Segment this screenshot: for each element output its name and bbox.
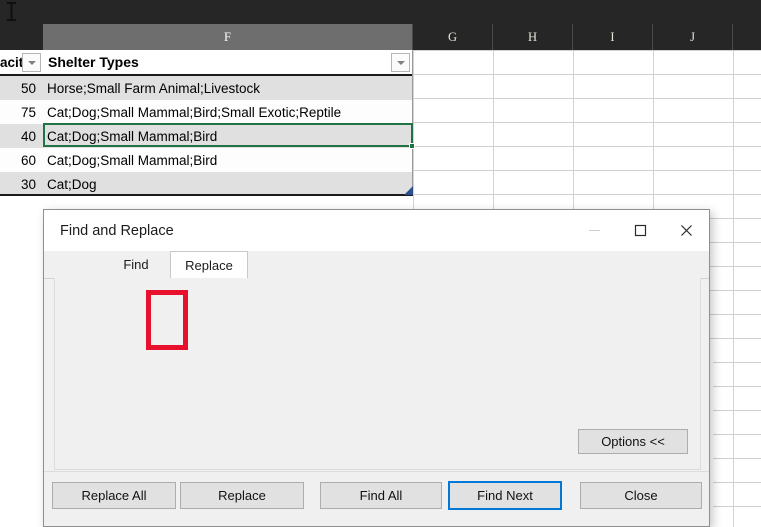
close-button[interactable] <box>663 210 709 251</box>
column-header-I[interactable]: I <box>573 24 653 50</box>
close-icon <box>680 225 692 236</box>
cell-shelter-types: Cat;Dog;Small Mammal;Bird;Small Exotic;R… <box>47 104 342 120</box>
table-resize-handle[interactable] <box>404 186 413 195</box>
table-row[interactable]: 75 Cat;Dog;Small Mammal;Bird;Small Exoti… <box>0 100 413 124</box>
annotation-highlight-rectangle <box>146 290 188 350</box>
cell-capacity: 30 <box>20 176 36 192</box>
minimize-button <box>571 210 617 251</box>
table-row[interactable]: 30 Cat;Dog <box>0 172 413 196</box>
replace-button[interactable]: Replace <box>180 482 304 509</box>
active-cell-highlight[interactable] <box>43 123 413 147</box>
window-controls <box>571 210 709 251</box>
gridline-h-5 <box>413 170 761 171</box>
tab-find[interactable]: Find <box>102 251 170 278</box>
fill-handle[interactable] <box>409 143 415 149</box>
gridline-h-18 <box>713 482 761 483</box>
gridline-h-3 <box>413 122 761 123</box>
cell-capacity: 75 <box>20 104 36 120</box>
filter-dropdown-capacity[interactable] <box>22 53 41 72</box>
find-next-button[interactable]: Find Next <box>448 481 562 510</box>
column-header-K-partial[interactable] <box>733 24 761 50</box>
chevron-down-icon <box>396 60 405 65</box>
cell-shelter-types: Cat;Dog;Small Mammal;Bird <box>47 152 218 168</box>
options-button-label: Options << <box>601 434 665 449</box>
tab-replace-label: Replace <box>185 258 233 273</box>
cell-shelter-types: Cat;Dog <box>47 176 97 192</box>
gridline-h-6 <box>413 194 761 195</box>
tab-replace[interactable]: Replace <box>170 251 248 279</box>
filter-dropdown-shelter-types[interactable] <box>391 53 410 72</box>
gridline-h-13 <box>713 362 761 363</box>
top-dark-strip <box>0 0 761 24</box>
cell-shelter-types: Horse;Small Farm Animal;Livestock <box>47 80 261 96</box>
maximize-button[interactable] <box>617 210 663 251</box>
column-header-J[interactable]: J <box>653 24 733 50</box>
gridline-h-15 <box>713 410 761 411</box>
table-row[interactable]: 60 Cat;Dog;Small Mammal;Bird <box>0 148 413 172</box>
column-header-G[interactable]: G <box>413 24 493 50</box>
cell-capacity: 50 <box>20 80 36 96</box>
maximize-icon <box>634 224 646 237</box>
gridline-h-1 <box>413 74 761 75</box>
cell-capacity: 60 <box>20 152 36 168</box>
gridline-h-4 <box>413 146 761 147</box>
table-header-shelter-types: Shelter Types <box>48 54 139 70</box>
find-next-label: Find Next <box>477 488 533 503</box>
replace-all-button[interactable]: Replace All <box>52 482 176 509</box>
tab-find-label: Find <box>123 257 149 272</box>
minimize-icon <box>588 230 600 231</box>
table-header-row: acity Shelter Types <box>0 50 412 76</box>
tab-strip: Find Replace <box>44 251 709 279</box>
column-header-H[interactable]: H <box>493 24 573 50</box>
gridline-h-17 <box>713 458 761 459</box>
text-cursor-icon <box>7 2 16 21</box>
gridline-h-14 <box>713 386 761 387</box>
replace-all-label: Replace All <box>81 488 147 503</box>
find-all-label: Find All <box>359 488 403 503</box>
options-button[interactable]: Options << <box>578 429 688 454</box>
find-all-button[interactable]: Find All <box>320 482 442 509</box>
gridline-h-2 <box>413 98 761 99</box>
table-row[interactable]: 50 Horse;Small Farm Animal;Livestock <box>0 76 413 100</box>
table-bottom-border <box>0 194 413 196</box>
gridline-h-16 <box>713 434 761 435</box>
dialog-title-bar[interactable]: Find and Replace <box>44 210 709 251</box>
replace-label: Replace <box>218 488 266 503</box>
gridline-h-19 <box>713 506 761 507</box>
close-footer-label: Close <box>624 488 658 503</box>
column-header-F[interactable]: F <box>43 24 413 50</box>
cell-capacity: 40 <box>20 128 36 144</box>
chevron-down-icon <box>27 60 36 65</box>
find-and-replace-dialog: Find and Replace Find Replace Options <<… <box>43 209 710 527</box>
close-footer-button[interactable]: Close <box>580 482 702 509</box>
screenshot-root: F G H I J acity Shelter Types 50 Horse;S… <box>0 0 761 527</box>
dialog-title: Find and Replace <box>60 222 174 239</box>
gridline-h-0 <box>413 50 761 51</box>
